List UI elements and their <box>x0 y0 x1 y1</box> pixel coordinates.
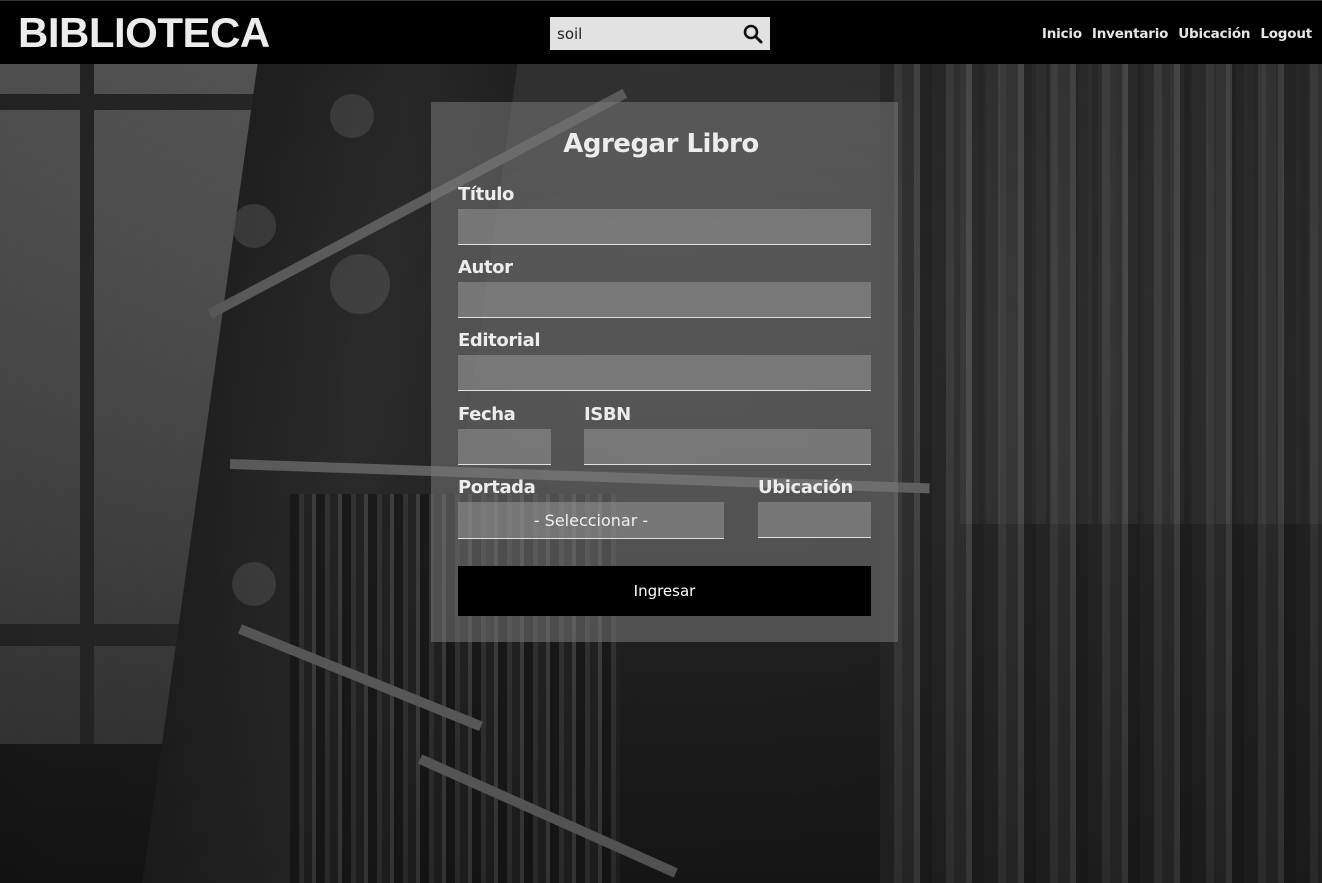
main-nav: Inicio Inventario Ubicación Logout <box>1042 25 1312 43</box>
nav-link-inicio[interactable]: Inicio <box>1042 25 1082 43</box>
portada-label: Portada <box>458 477 536 498</box>
nav-link-inventario[interactable]: Inventario <box>1092 25 1169 43</box>
search-box <box>550 17 770 50</box>
form-title: Agregar Libro <box>563 129 759 159</box>
search-icon[interactable] <box>742 23 764 45</box>
ingresar-button[interactable]: Ingresar <box>458 566 871 616</box>
search-input[interactable] <box>550 17 730 50</box>
autor-label: Autor <box>458 257 513 278</box>
titulo-label: Título <box>458 184 515 205</box>
nav-link-logout[interactable]: Logout <box>1260 25 1312 43</box>
site-brand[interactable]: BIBLIOTECA <box>18 10 270 56</box>
titulo-input[interactable] <box>458 209 871 245</box>
editorial-label: Editorial <box>458 330 541 351</box>
isbn-input[interactable] <box>584 429 871 465</box>
ubicacion-label: Ubicación <box>758 477 853 498</box>
ubicacion-input[interactable] <box>758 502 871 538</box>
isbn-label: ISBN <box>584 404 631 425</box>
fecha-input[interactable] <box>458 429 551 465</box>
nav-link-ubicacion[interactable]: Ubicación <box>1178 25 1250 43</box>
autor-input[interactable] <box>458 282 871 318</box>
top-navbar: BIBLIOTECA Inicio Inventario Ubicación L… <box>0 0 1322 64</box>
editorial-input[interactable] <box>458 355 871 391</box>
fecha-label: Fecha <box>458 404 516 425</box>
portada-select[interactable]: - Seleccionar - <box>458 502 724 539</box>
